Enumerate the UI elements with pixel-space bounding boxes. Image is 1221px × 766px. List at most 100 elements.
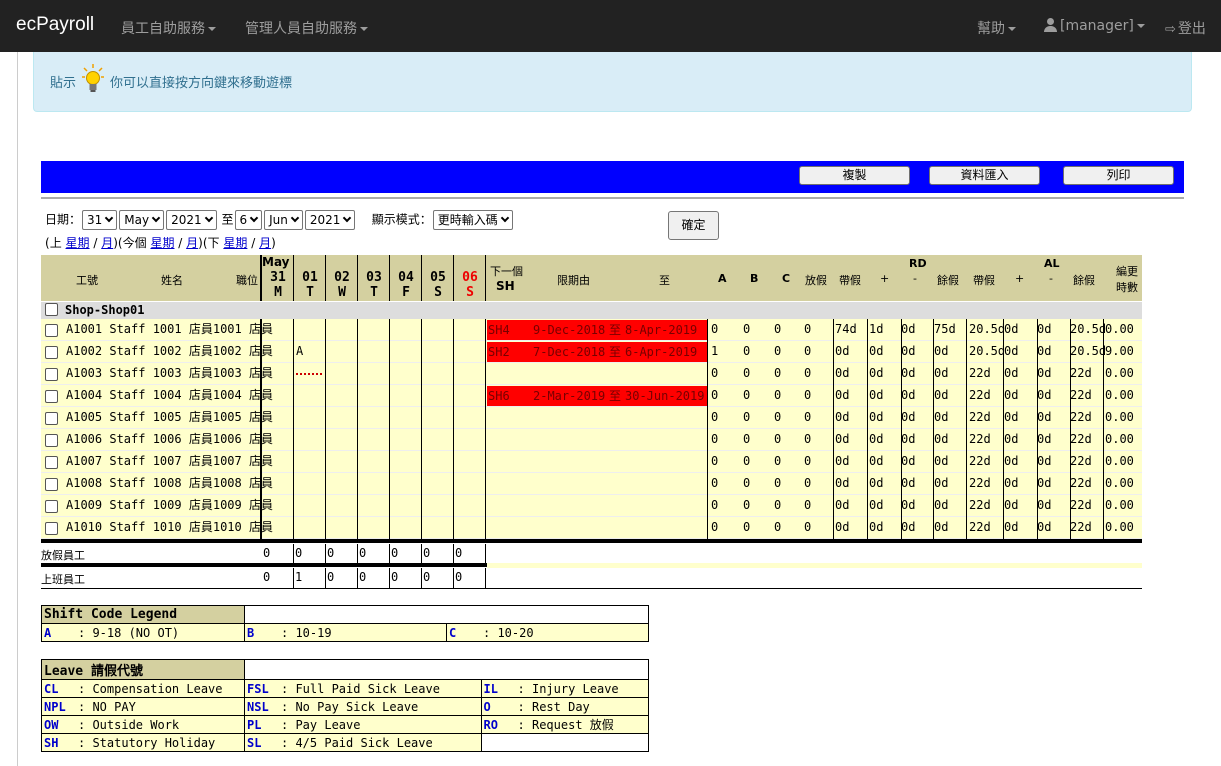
- employee-checkbox[interactable]: [45, 346, 58, 359]
- day-cell[interactable]: [326, 319, 358, 341]
- header-day-06[interactable]: 06 S: [454, 270, 486, 300]
- day-cell[interactable]: [390, 341, 422, 363]
- employee-checkbox[interactable]: [45, 522, 58, 535]
- day-cell[interactable]: [326, 385, 358, 407]
- day-cell[interactable]: [454, 429, 486, 451]
- shop-checkbox[interactable]: [45, 303, 58, 316]
- day-cell[interactable]: [294, 473, 326, 495]
- print-button[interactable]: 列印: [1063, 166, 1174, 185]
- menu-employee-self-service[interactable]: 員工自助服務: [121, 18, 216, 38]
- day-cell[interactable]: [326, 451, 358, 473]
- day-cell[interactable]: [262, 473, 294, 495]
- day-cell[interactable]: [454, 319, 486, 341]
- header-day-02[interactable]: 02 W: [326, 270, 358, 300]
- to-month-select[interactable]: Jun: [264, 210, 303, 230]
- day-cell[interactable]: [326, 429, 358, 451]
- employee-row[interactable]: A1003 Staff 1003 店員1003 店員 0 0 0 0 0d 0d 0d 0d 22…: [41, 363, 1142, 385]
- day-cell[interactable]: [262, 451, 294, 473]
- day-cell[interactable]: [294, 319, 326, 341]
- employee-row[interactable]: A1001 Staff 1001 店員1001 店員 SH4 9-Dec-2018 至…: [41, 319, 1142, 341]
- day-cell[interactable]: [326, 341, 358, 363]
- day-cell[interactable]: [390, 319, 422, 341]
- day-cell[interactable]: [454, 341, 486, 363]
- day-cell[interactable]: [358, 341, 390, 363]
- header-day-01[interactable]: 01 T: [294, 270, 326, 300]
- header-day-04[interactable]: 04 F: [390, 270, 422, 300]
- day-cell[interactable]: [422, 495, 454, 517]
- day-cell[interactable]: [262, 319, 294, 341]
- day-cell[interactable]: [422, 319, 454, 341]
- day-cell[interactable]: [390, 473, 422, 495]
- prev-month-link[interactable]: 月: [101, 236, 113, 250]
- employee-row[interactable]: A1004 Staff 1004 店員1004 店員 SH6 2-Mar-2019 至…: [41, 385, 1142, 407]
- employee-checkbox[interactable]: [45, 500, 58, 513]
- day-cell[interactable]: [358, 363, 390, 385]
- day-cell[interactable]: [358, 495, 390, 517]
- day-cell[interactable]: [422, 407, 454, 429]
- day-cell[interactable]: [454, 363, 486, 385]
- day-cell[interactable]: [294, 451, 326, 473]
- day-cell[interactable]: [358, 517, 390, 539]
- day-cell[interactable]: [390, 429, 422, 451]
- day-cell[interactable]: [294, 495, 326, 517]
- employee-checkbox[interactable]: [45, 478, 58, 491]
- day-cell[interactable]: [422, 429, 454, 451]
- prev-week-link[interactable]: 星期: [66, 236, 90, 250]
- employee-checkbox[interactable]: [45, 434, 58, 447]
- header-day-05[interactable]: 05 S: [422, 270, 454, 300]
- employee-row[interactable]: A1009 Staff 1009 店員1009 店員 0 0 0 0 0d 0d 0d 0d 22…: [41, 495, 1142, 517]
- employee-row[interactable]: A1010 Staff 1010 店員1010 店員 0 0 0 0 0d 0d 0d 0d 22…: [41, 517, 1142, 539]
- day-cell[interactable]: [390, 451, 422, 473]
- day-cell[interactable]: [358, 407, 390, 429]
- day-cell[interactable]: [454, 451, 486, 473]
- employee-row[interactable]: A1008 Staff 1008 店員1008 店員 0 0 0 0 0d 0d 0d 0d 22…: [41, 473, 1142, 495]
- to-year-select[interactable]: 2021: [304, 210, 356, 230]
- day-cell[interactable]: [422, 363, 454, 385]
- day-cell[interactable]: [358, 385, 390, 407]
- day-cell[interactable]: [262, 517, 294, 539]
- employee-row[interactable]: A1006 Staff 1006 店員1006 店員 0 0 0 0 0d 0d 0d 0d 22…: [41, 429, 1142, 451]
- day-cell[interactable]: [262, 341, 294, 363]
- this-month-link[interactable]: 月: [186, 236, 198, 250]
- day-cell[interactable]: [262, 495, 294, 517]
- employee-checkbox[interactable]: [45, 412, 58, 425]
- day-cell[interactable]: [422, 517, 454, 539]
- day-cell[interactable]: [422, 473, 454, 495]
- menu-user[interactable]: [manager]: [1044, 18, 1145, 34]
- header-day-03[interactable]: 03 T: [358, 270, 390, 300]
- day-cell[interactable]: [422, 451, 454, 473]
- day-cell[interactable]: [454, 473, 486, 495]
- employee-checkbox[interactable]: [45, 456, 58, 469]
- employee-checkbox[interactable]: [45, 324, 58, 337]
- day-cell[interactable]: [326, 363, 358, 385]
- day-cell[interactable]: [454, 407, 486, 429]
- day-cell[interactable]: [454, 517, 486, 539]
- next-month-link[interactable]: 月: [259, 236, 271, 250]
- employee-row[interactable]: A1007 Staff 1007 店員1007 店員 0 0 0 0 0d 0d 0d 0d 22…: [41, 451, 1142, 473]
- day-cell[interactable]: [358, 429, 390, 451]
- import-button[interactable]: 資料匯入: [929, 166, 1040, 185]
- day-cell[interactable]: [294, 385, 326, 407]
- from-day-select[interactable]: 31: [82, 210, 118, 230]
- day-cell[interactable]: [326, 473, 358, 495]
- employee-row[interactable]: A1002 Staff 1002 店員1002 店員 A SH2 7-Dec-2018…: [41, 341, 1142, 363]
- to-day-select[interactable]: 6: [234, 210, 263, 230]
- day-cell[interactable]: [422, 341, 454, 363]
- day-cell[interactable]: [294, 429, 326, 451]
- copy-button[interactable]: 複製: [799, 166, 910, 185]
- day-cell[interactable]: [326, 495, 358, 517]
- day-cell[interactable]: [262, 407, 294, 429]
- day-cell[interactable]: [358, 319, 390, 341]
- this-week-link[interactable]: 星期: [150, 236, 174, 250]
- day-cell[interactable]: [390, 385, 422, 407]
- day-cell[interactable]: [294, 517, 326, 539]
- day-cell[interactable]: A: [294, 341, 326, 363]
- day-cell[interactable]: [390, 495, 422, 517]
- day-cell[interactable]: [262, 429, 294, 451]
- day-cell[interactable]: [326, 407, 358, 429]
- day-cell[interactable]: [454, 385, 486, 407]
- day-cell[interactable]: [454, 495, 486, 517]
- employee-checkbox[interactable]: [45, 368, 58, 381]
- day-cell[interactable]: [422, 385, 454, 407]
- day-cell[interactable]: [262, 363, 294, 385]
